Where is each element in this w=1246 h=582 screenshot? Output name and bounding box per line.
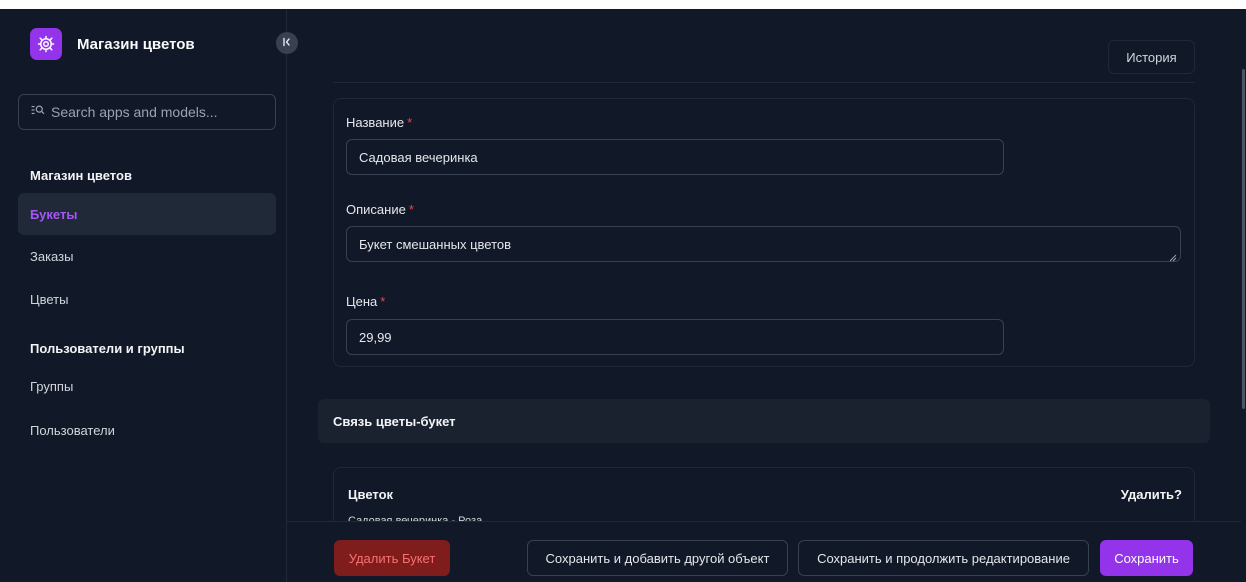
brand[interactable]: Магазин цветов <box>30 28 195 60</box>
resize-handle-icon[interactable] <box>1169 250 1177 262</box>
column-header-delete: Удалить? <box>1120 487 1182 502</box>
required-mark: * <box>408 202 414 217</box>
sidebar: Магазин цветов Search apps and models...… <box>0 9 287 582</box>
sidebar-item-users[interactable]: Пользователи <box>18 409 276 451</box>
required-mark: * <box>407 115 413 130</box>
required-mark: * <box>380 294 386 309</box>
divider <box>333 82 1195 83</box>
nav-section-users: Пользователи и группы <box>30 341 185 356</box>
brand-title: Магазин цветов <box>77 35 195 53</box>
sidebar-item-orders[interactable]: Заказы <box>18 235 276 277</box>
search-icon <box>31 103 45 121</box>
collapse-sidebar-button[interactable] <box>276 32 298 54</box>
delete-button[interactable]: Удалить Букет <box>334 540 450 576</box>
collapse-left-icon <box>282 34 292 52</box>
nav-section-shop: Магазин цветов <box>30 168 132 183</box>
history-button[interactable]: История <box>1108 40 1195 74</box>
column-header-flower: Цветок <box>348 487 394 502</box>
description-field[interactable]: Букет смешанных цветов <box>346 226 1181 262</box>
app-window: Магазин цветов Search apps and models...… <box>0 9 1246 582</box>
field-label-text: Название <box>346 115 405 130</box>
field-label-description: Описание * <box>346 202 414 217</box>
sidebar-item-flowers[interactable]: Цветы <box>18 278 276 320</box>
field-label-name: Название * <box>346 115 412 130</box>
search-input[interactable]: Search apps and models... <box>18 94 276 130</box>
submit-row: Удалить Букет Сохранить и добавить друго… <box>287 521 1241 582</box>
main-content: История Название * Садовая вечеринка Опис… <box>287 9 1241 582</box>
scrollbar-thumb[interactable] <box>1242 69 1245 409</box>
field-label-text: Цена <box>346 294 378 309</box>
sidebar-item-groups[interactable]: Группы <box>18 365 276 407</box>
inline-section-title: Связь цветы-букет <box>318 399 1210 443</box>
sidebar-item-bouquets[interactable]: Букеты <box>18 193 276 235</box>
description-value: Букет смешанных цветов <box>359 236 512 252</box>
name-field[interactable]: Садовая вечеринка <box>346 139 1004 175</box>
field-label-price: Цена * <box>346 294 385 309</box>
save-and-continue-button[interactable]: Сохранить и продолжить редактирование <box>798 540 1089 576</box>
scrollbar[interactable] <box>1241 9 1246 582</box>
search-placeholder: Search apps and models... <box>51 104 218 120</box>
field-label-text: Описание <box>346 202 406 217</box>
price-field[interactable]: 29,99 <box>346 319 1004 355</box>
gear-icon <box>30 28 62 60</box>
save-button[interactable]: Сохранить <box>1100 540 1193 576</box>
save-and-add-button[interactable]: Сохранить и добавить другой объект <box>527 540 788 576</box>
